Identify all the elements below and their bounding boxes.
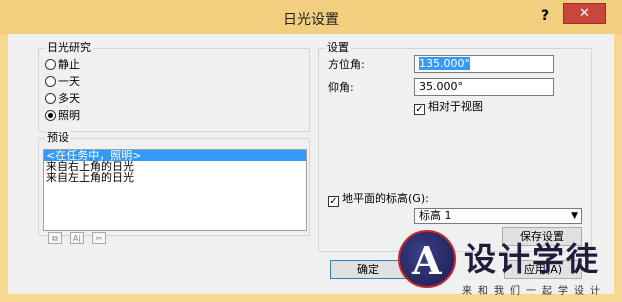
settings-legend: 设置 <box>325 41 351 55</box>
radio-multi-day-dot[interactable] <box>45 93 56 104</box>
checkmark-icon[interactable]: ✓ <box>328 196 339 207</box>
presets-list[interactable]: <在任务中，照明> 来自右上角的日光 来自左上角的日光 <box>43 149 307 231</box>
radio-static[interactable]: 静止 <box>45 57 80 73</box>
presets-group: 预设 <在任务中，照明> 来自右上角的日光 来自左上角的日光 <box>38 131 310 236</box>
brand-name: 设计学徒 <box>464 240 601 278</box>
azimuth-label: 方位角: <box>328 58 365 71</box>
radio-static-dot[interactable] <box>45 59 56 70</box>
altitude-label: 仰角: <box>328 81 354 94</box>
brand-tagline: 来和我们一起学设计 <box>462 286 606 297</box>
level-value: 标高 1 <box>419 209 452 222</box>
relative-to-view-checkbox[interactable]: ✓ 相对于视图 <box>414 100 483 115</box>
radio-one-day[interactable]: 一天 <box>45 74 80 90</box>
radio-static-label: 静止 <box>58 58 80 71</box>
altitude-input[interactable]: 35.000° <box>414 78 554 96</box>
radio-one-day-label: 一天 <box>58 75 80 88</box>
ok-button[interactable]: 确定 <box>330 260 406 279</box>
brand-logo-icon: A <box>398 230 456 288</box>
brand-watermark: A 设计学徒 来和我们一起学设计 <box>398 228 622 302</box>
radio-lighting-dot[interactable] <box>45 110 56 121</box>
checkmark-icon[interactable]: ✓ <box>414 104 425 115</box>
radio-multi-day-label: 多天 <box>58 92 80 105</box>
sun-study-group: 日光研究 静止 一天 多天 照明 <box>38 41 310 132</box>
relative-to-view-label: 相对于视图 <box>428 100 483 113</box>
chevron-down-icon[interactable]: ▼ <box>571 209 578 223</box>
duplicate-icon[interactable]: ⧉ <box>48 232 62 244</box>
radio-multi-day[interactable]: 多天 <box>45 91 80 107</box>
list-item[interactable]: 来自左上角的日光 <box>44 172 306 183</box>
close-button[interactable]: ✕ <box>563 3 606 24</box>
azimuth-value: 135.000° <box>419 57 470 70</box>
ground-plane-checkbox[interactable]: ✓ 地平面的标高(G): <box>328 192 429 207</box>
radio-lighting[interactable]: 照明 <box>45 108 80 124</box>
presets-legend: 预设 <box>45 131 71 145</box>
azimuth-input[interactable]: 135.000° <box>414 55 554 73</box>
delete-icon[interactable]: ✂ <box>92 232 106 244</box>
sun-study-legend: 日光研究 <box>45 41 93 55</box>
radio-one-day-dot[interactable] <box>45 76 56 87</box>
radio-lighting-label: 照明 <box>58 109 80 122</box>
ground-plane-label: 地平面的标高(G): <box>342 192 429 205</box>
title-bar[interactable]: 日光设置 ? ✕ <box>0 0 622 34</box>
rename-icon[interactable]: A| <box>70 232 84 244</box>
window-title: 日光设置 <box>283 12 339 28</box>
level-select[interactable]: 标高 1 ▼ <box>414 208 582 224</box>
help-button[interactable]: ? <box>534 6 556 26</box>
